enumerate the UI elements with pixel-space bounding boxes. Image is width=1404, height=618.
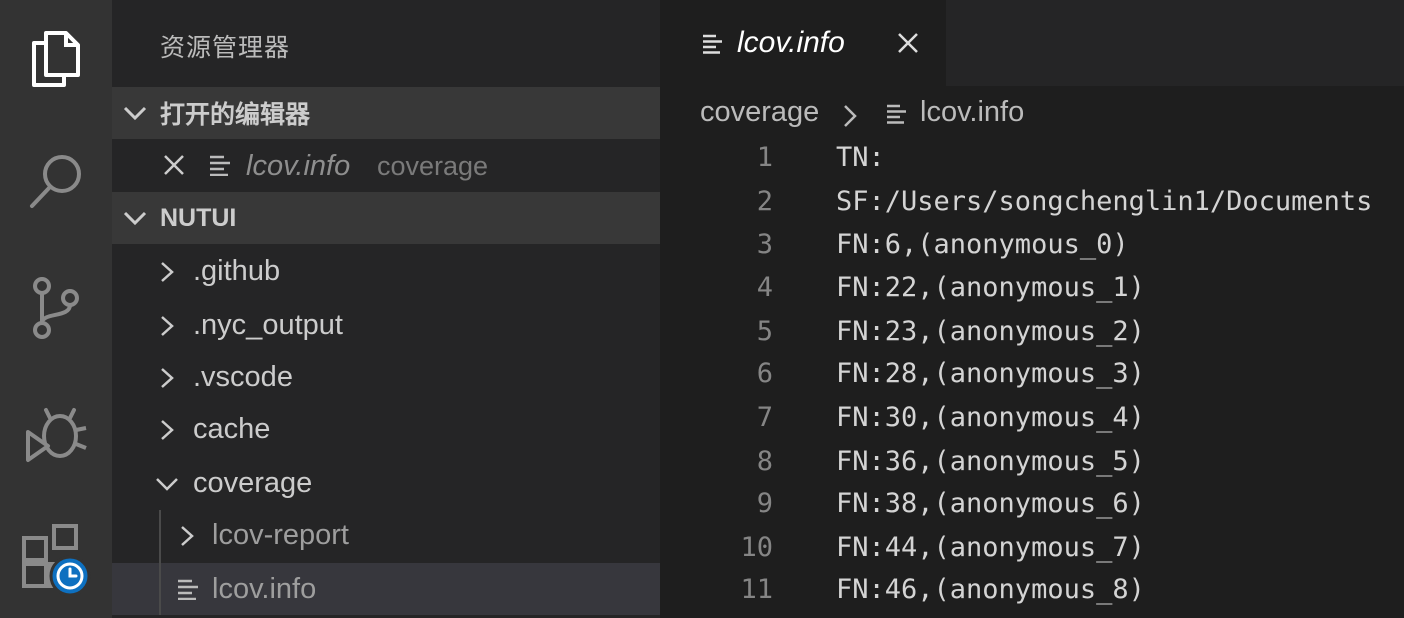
tree-item-nyc-output[interactable]: .nyc_output xyxy=(112,299,660,351)
code-line: 11 FN:46,(anonymous_8) xyxy=(660,574,1404,617)
code-line: 10 FN:44,(anonymous_7) xyxy=(660,532,1404,575)
chevron-right-icon xyxy=(161,420,174,440)
line-content: FN:46,(anonymous_8) xyxy=(836,574,1145,605)
tree-item-cache[interactable]: cache xyxy=(112,403,660,455)
line-number: 4 xyxy=(756,272,773,303)
breadcrumb: coverage lcov.info xyxy=(660,86,1404,142)
line-content: FN:6,(anonymous_0) xyxy=(836,229,1129,260)
line-number: 6 xyxy=(756,358,773,389)
tree-item-github[interactable]: .github xyxy=(112,245,660,297)
sidebar-title: 资源管理器 xyxy=(160,34,291,62)
open-editors-header[interactable]: 打开的编辑器 xyxy=(112,87,660,139)
line-content: FN:28,(anonymous_3) xyxy=(836,358,1145,389)
line-content: FN:44,(anonymous_7) xyxy=(836,532,1145,563)
tree-item-label: coverage xyxy=(193,466,313,499)
breadcrumb-file[interactable]: lcov.info xyxy=(920,96,1024,129)
file-lines-icon xyxy=(887,104,906,124)
tree-item-label: lcov-report xyxy=(212,518,349,551)
file-lines-icon xyxy=(210,155,230,176)
chevron-right-icon xyxy=(161,262,174,282)
code-line: 2 SF:/Users/songchenglin1/Documents xyxy=(660,186,1404,229)
code-line: 9 FN:38,(anonymous_6) xyxy=(660,488,1404,531)
code-line: 4 FN:22,(anonymous_1) xyxy=(660,272,1404,315)
tree-item-vscode[interactable]: .vscode xyxy=(112,351,660,403)
line-content: FN:38,(anonymous_6) xyxy=(836,488,1145,519)
tree-item-coverage[interactable]: coverage xyxy=(112,457,660,509)
extensions-icon[interactable] xyxy=(0,508,112,608)
workspace-label: NUTUI xyxy=(160,203,237,232)
line-content: SF:/Users/songchenglin1/Documents xyxy=(836,186,1373,217)
chevron-down-icon xyxy=(123,211,147,226)
line-number: 9 xyxy=(756,488,773,519)
line-content: FN:36,(anonymous_5) xyxy=(836,446,1145,477)
chevron-down-icon xyxy=(123,106,147,121)
open-editor-item[interactable]: lcov.info coverage xyxy=(112,140,660,192)
open-editor-description: coverage xyxy=(377,150,489,181)
line-content: FN:22,(anonymous_1) xyxy=(836,272,1145,303)
tab-bar: lcov.info xyxy=(660,0,1404,86)
explorer-icon[interactable] xyxy=(0,8,112,108)
source-control-icon[interactable] xyxy=(0,258,112,358)
line-number: 11 xyxy=(740,574,773,605)
chevron-right-icon xyxy=(844,105,857,127)
line-content: FN:23,(anonymous_2) xyxy=(836,316,1145,347)
tab-label: lcov.info xyxy=(737,26,845,59)
line-content: TN: xyxy=(836,142,885,173)
tree-item-label: .github xyxy=(193,254,281,287)
line-number: 1 xyxy=(756,142,773,173)
code-line: 1 TN: xyxy=(660,142,1404,185)
code-line: 6 FN:28,(anonymous_3) xyxy=(660,358,1404,401)
activity-bar xyxy=(0,0,112,618)
line-number: 7 xyxy=(756,402,773,433)
line-number: 3 xyxy=(756,229,773,260)
code-line: 7 FN:30,(anonymous_4) xyxy=(660,402,1404,445)
tree-item-lcov-info[interactable]: lcov.info xyxy=(112,563,660,615)
line-number: 2 xyxy=(756,186,773,217)
line-number: 10 xyxy=(740,532,773,563)
workspace-header[interactable]: NUTUI xyxy=(112,192,660,244)
chevron-down-icon xyxy=(156,478,178,491)
tree-item-lcov-report[interactable]: lcov-report xyxy=(112,509,660,561)
chevron-right-icon xyxy=(161,316,174,336)
file-lines-icon xyxy=(703,34,722,54)
explorer-sidebar: 资源管理器 打开的编辑器 lcov.info coverage NUTUI .g… xyxy=(112,0,660,618)
open-editor-name: lcov.info xyxy=(246,149,351,182)
file-lines-icon xyxy=(178,579,198,600)
line-content: FN:30,(anonymous_4) xyxy=(836,402,1145,433)
chevron-right-icon xyxy=(181,526,194,546)
chevron-right-icon xyxy=(161,368,174,388)
tree-item-label: .vscode xyxy=(193,360,293,393)
open-editors-label: 打开的编辑器 xyxy=(160,101,311,129)
indent-guide xyxy=(159,563,161,615)
tree-item-label: cache xyxy=(193,412,271,445)
close-icon[interactable] xyxy=(896,31,920,55)
close-icon[interactable] xyxy=(162,153,186,177)
code-line: 5 FN:23,(anonymous_2) xyxy=(660,316,1404,359)
line-number: 5 xyxy=(756,316,773,347)
debug-icon[interactable] xyxy=(0,384,112,484)
tree-item-label: .nyc_output xyxy=(193,308,343,341)
breadcrumb-folder[interactable]: coverage xyxy=(700,96,819,129)
editor-area: lcov.info coverage lcov.info 1 TN: 2 SF:/U… xyxy=(660,0,1404,618)
code-line: 3 FN:6,(anonymous_0) xyxy=(660,229,1404,272)
search-icon[interactable] xyxy=(0,132,112,232)
code-line: 8 FN:36,(anonymous_5) xyxy=(660,446,1404,489)
line-number: 8 xyxy=(756,446,773,477)
tab-lcov-info[interactable]: lcov.info xyxy=(660,0,946,86)
tree-item-label: lcov.info xyxy=(212,572,317,605)
